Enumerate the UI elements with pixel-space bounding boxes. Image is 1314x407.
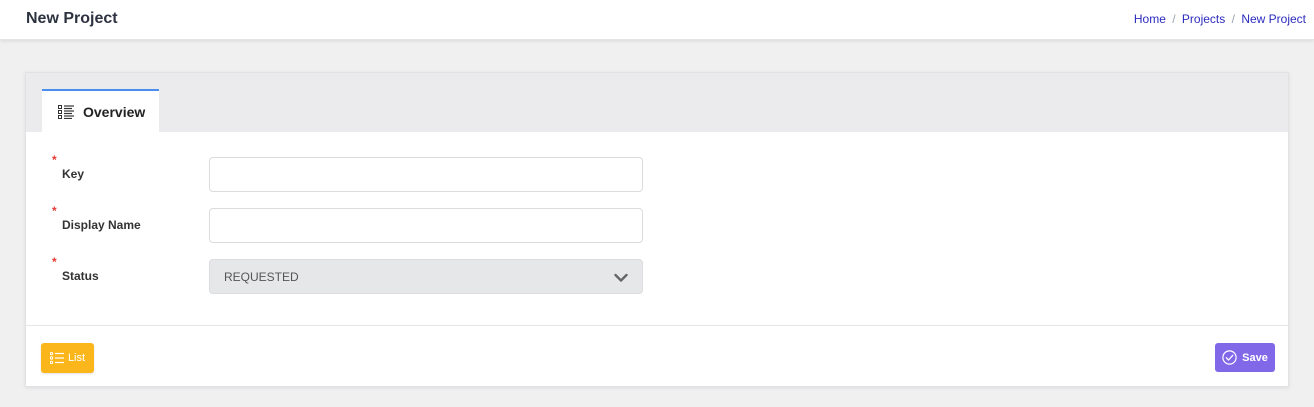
breadcrumb-separator: / <box>1231 12 1235 26</box>
check-circle-icon <box>1222 350 1237 365</box>
list-icon <box>49 351 64 365</box>
chevron-down-icon <box>614 272 628 282</box>
key-input[interactable] <box>209 157 643 192</box>
project-form-card: Overview * Key * Display Name * Status R… <box>25 72 1289 387</box>
key-label: Key <box>62 167 85 181</box>
tab-overview[interactable]: Overview <box>42 89 159 132</box>
tab-overview-label: Overview <box>83 103 146 120</box>
required-marker: * <box>52 204 57 218</box>
page-title: New Project <box>26 10 118 27</box>
footer-divider <box>26 325 1288 326</box>
status-select[interactable]: REQUESTED <box>209 259 643 294</box>
required-marker: * <box>52 153 57 167</box>
status-label: Status <box>62 269 99 283</box>
list-button-label: List <box>67 352 86 364</box>
breadcrumb-separator: / <box>1172 12 1176 26</box>
top-bar: New Project Home / Projects / New Projec… <box>0 0 1314 40</box>
breadcrumb-current: New Project <box>1241 12 1306 26</box>
list-details-icon <box>58 104 74 119</box>
form-row-key: * Key <box>26 153 1288 192</box>
display-name-label: Display Name <box>62 218 141 232</box>
save-button[interactable]: Save <box>1215 343 1275 372</box>
form-row-status: * Status REQUESTED <box>26 255 1288 294</box>
display-name-input[interactable] <box>209 208 643 243</box>
form-row-display-name: * Display Name <box>26 204 1288 243</box>
status-selected-value: REQUESTED <box>224 269 299 284</box>
breadcrumb-projects-link[interactable]: Projects <box>1182 12 1225 26</box>
tab-bar: Overview <box>26 73 1288 132</box>
required-marker: * <box>52 255 57 269</box>
breadcrumb-home-link[interactable]: Home <box>1134 12 1166 26</box>
breadcrumb: Home / Projects / New Project <box>1134 12 1306 26</box>
save-button-label: Save <box>1242 351 1268 364</box>
list-button[interactable]: List <box>41 343 94 373</box>
